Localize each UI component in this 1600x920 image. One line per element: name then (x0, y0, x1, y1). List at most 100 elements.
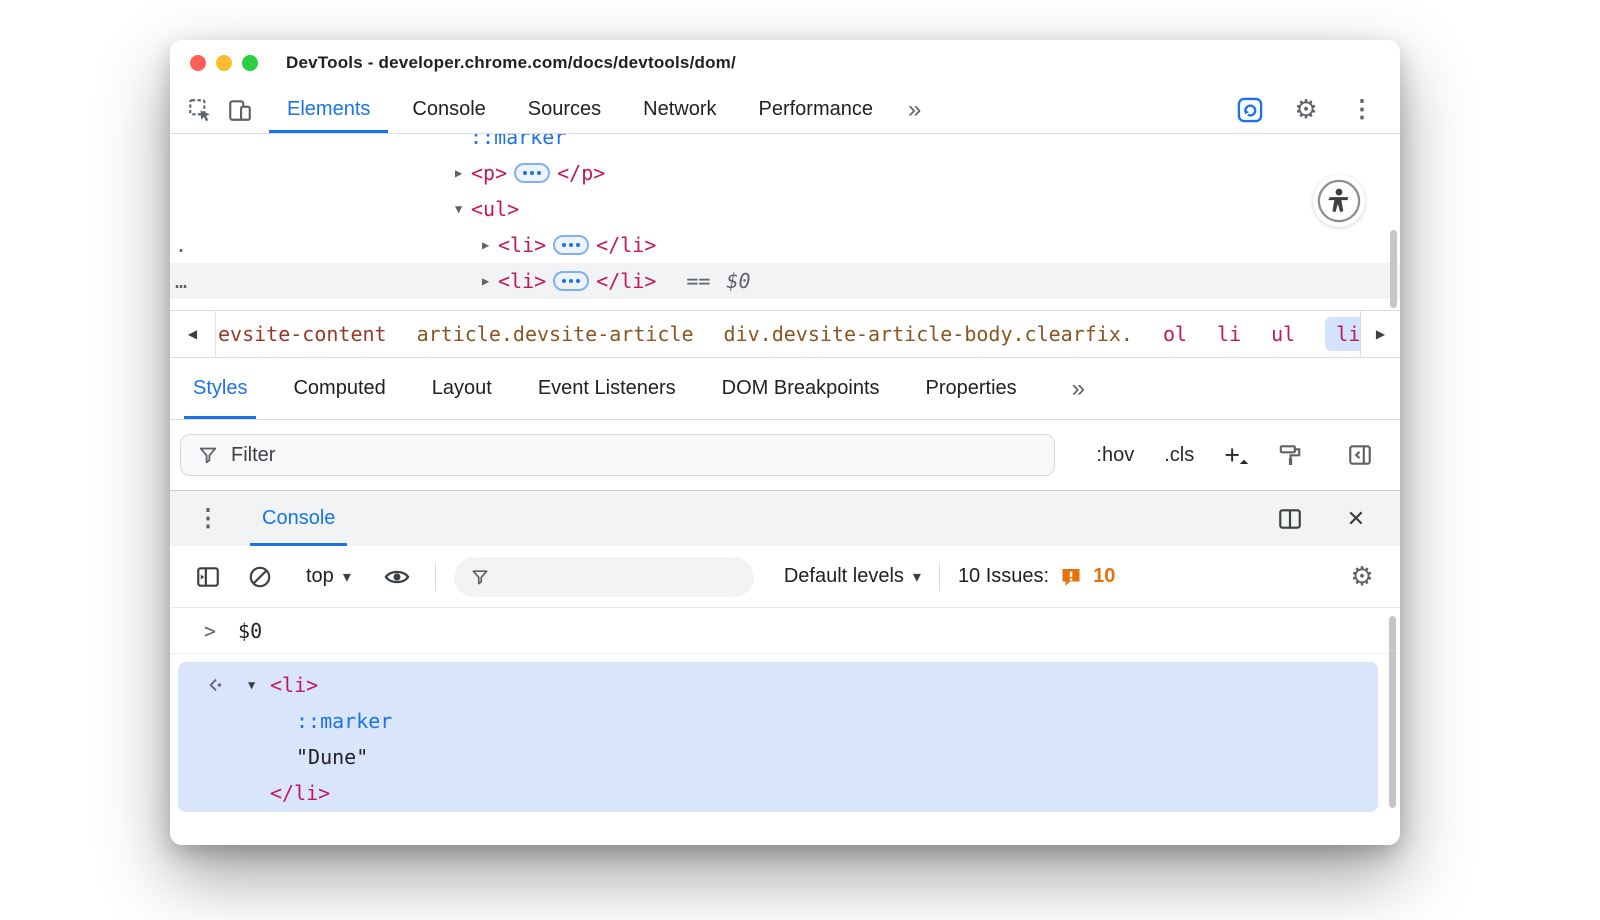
tab-network[interactable]: Network (622, 86, 737, 133)
main-toolbar: Elements Console Sources Network Perform… (170, 86, 1400, 134)
expand-caret-icon[interactable] (455, 166, 471, 180)
ellipsis-button[interactable] (514, 163, 550, 183)
drawer-tab-console-label: Console (262, 507, 335, 530)
tab-computed[interactable]: Computed (270, 358, 408, 419)
tab-sources-label: Sources (528, 98, 601, 121)
minimize-window-button[interactable] (216, 55, 232, 71)
brush-icon[interactable] (1270, 442, 1310, 468)
tab-properties-label: Properties (926, 377, 1017, 400)
drawer-more-options-icon[interactable] (188, 491, 228, 546)
result-line-close[interactable]: </li> (178, 775, 1378, 811)
tab-performance[interactable]: Performance (738, 86, 895, 133)
tree-row-ul[interactable]: <ul> (170, 191, 1400, 227)
tab-elements[interactable]: Elements (266, 86, 391, 133)
breadcrumb-item-li-selected[interactable]: li (1325, 317, 1360, 351)
returned-value-arrow-icon (204, 675, 224, 695)
result-marker-pseudo: ::marker (296, 709, 392, 733)
tree-row-marker-clipped[interactable]: ::marker (170, 134, 1400, 155)
execution-context-dropdown[interactable]: top (306, 565, 351, 588)
more-styles-tabs-icon[interactable] (1058, 358, 1145, 419)
expand-caret-icon[interactable] (482, 238, 498, 252)
expand-caret-icon[interactable] (482, 274, 498, 288)
element-classes-button[interactable]: .cls (1164, 444, 1194, 467)
breadcrumb-item-article[interactable]: article.devsite-article (417, 322, 694, 346)
styles-filter-input[interactable]: Filter (180, 434, 1055, 476)
styles-filter-placeholder: Filter (231, 444, 275, 467)
breadcrumb-item-ul[interactable]: ul (1271, 322, 1295, 346)
new-style-rule-button[interactable]: + (1224, 442, 1240, 469)
accessibility-person-icon (1316, 178, 1362, 224)
console-result-highlighted[interactable]: <li> ::marker "Dune" </li> (178, 662, 1378, 812)
accessibility-overlay-button[interactable] (1313, 175, 1365, 227)
equals-sign: == (686, 269, 710, 293)
breadcrumb-item-div[interactable]: div.devsite-article-body.clearfix. (724, 322, 1133, 346)
more-options-icon[interactable] (1342, 95, 1382, 124)
close-window-button[interactable] (190, 55, 206, 71)
styles-filter-row: Filter :hov .cls + (170, 420, 1400, 490)
log-levels-dropdown[interactable]: Default levels (784, 565, 921, 588)
tab-properties[interactable]: Properties (903, 358, 1040, 419)
dollar-zero-reference: $0 (726, 269, 750, 293)
ellipsis-button[interactable] (553, 235, 589, 255)
console-prompt-chevron: > (204, 619, 216, 643)
tab-dom-breakpoints[interactable]: DOM Breakpoints (699, 358, 903, 419)
tab-event-listeners[interactable]: Event Listeners (515, 358, 699, 419)
console-sidebar-icon[interactable] (188, 564, 228, 590)
breadcrumb-scroll-right-icon[interactable] (1360, 311, 1400, 357)
devtools-window: DevTools - developer.chrome.com/docs/dev… (170, 40, 1400, 845)
collapse-caret-icon[interactable] (248, 678, 264, 692)
toolbar-divider (435, 563, 436, 591)
split-panel-icon[interactable] (1270, 506, 1310, 532)
result-line-text[interactable]: "Dune" (178, 739, 1378, 775)
breadcrumb-item-ol[interactable]: ol (1163, 322, 1187, 346)
paint-roller-icon (1277, 442, 1303, 468)
toggle-element-state-button[interactable]: :hov (1096, 444, 1134, 467)
elements-scrollbar[interactable] (1390, 230, 1397, 308)
styles-tab-strip: Styles Computed Layout Event Listeners D… (170, 358, 1400, 420)
tab-sources[interactable]: Sources (507, 86, 622, 133)
tab-event-listeners-label: Event Listeners (538, 377, 676, 400)
clear-console-icon[interactable] (240, 564, 280, 590)
tab-styles-label: Styles (193, 377, 247, 400)
collapse-caret-icon[interactable] (455, 202, 471, 216)
tree-row-li-selected[interactable]: … <li> </li> == $0 (170, 263, 1400, 299)
tree-row-p[interactable]: <p> </p> (170, 155, 1400, 191)
result-line-open[interactable]: <li> (178, 667, 1378, 703)
eye-icon[interactable] (377, 563, 417, 591)
breadcrumb-scroll-left-icon[interactable] (170, 311, 216, 357)
sync-icon[interactable] (1230, 96, 1270, 124)
issues-counter[interactable]: 10 Issues: 10 (958, 565, 1115, 589)
panel-left-arrow-icon (1347, 442, 1373, 468)
close-drawer-icon[interactable] (1336, 506, 1376, 532)
console-filter-input[interactable] (454, 557, 754, 597)
window-controls (190, 55, 258, 71)
device-toolbar-icon[interactable] (220, 86, 260, 133)
sidebar-toggle-icon[interactable] (1340, 442, 1380, 468)
breadcrumb-item-li[interactable]: li (1217, 322, 1241, 346)
tab-console[interactable]: Console (391, 86, 506, 133)
console-scrollbar[interactable] (1389, 616, 1396, 808)
tab-elements-label: Elements (287, 98, 370, 121)
console-log-area: > $0 <li> ::marker "Dune" (170, 608, 1400, 845)
tree-row-li-1[interactable]: . <li> </li> (170, 227, 1400, 263)
console-toolbar: top Default levels 10 Issues: (170, 546, 1400, 608)
result-line-marker[interactable]: ::marker (178, 703, 1378, 739)
main-toolbar-right (1230, 86, 1390, 133)
result-text-node: "Dune" (296, 745, 368, 769)
fullscreen-window-button[interactable] (242, 55, 258, 71)
tab-styles[interactable]: Styles (170, 358, 270, 419)
breadcrumb-item-devsite-content[interactable]: evsite-content (218, 322, 387, 346)
circle-slash-icon (247, 564, 273, 590)
issues-label: 10 Issues: (958, 565, 1049, 588)
console-command-row[interactable]: > $0 (170, 608, 1400, 654)
tab-layout[interactable]: Layout (409, 358, 515, 419)
ellipsis-button[interactable] (553, 271, 589, 291)
inspect-element-icon[interactable] (180, 86, 220, 133)
drawer-tab-console[interactable]: Console (250, 491, 347, 546)
console-settings-icon[interactable] (1342, 561, 1382, 592)
settings-icon[interactable] (1286, 94, 1326, 125)
blue-rotate-icon (1236, 96, 1264, 124)
more-tabs-icon[interactable] (894, 86, 935, 133)
titlebar: DevTools - developer.chrome.com/docs/dev… (170, 40, 1400, 86)
breadcrumb: evsite-content article.devsite-article d… (216, 317, 1360, 351)
